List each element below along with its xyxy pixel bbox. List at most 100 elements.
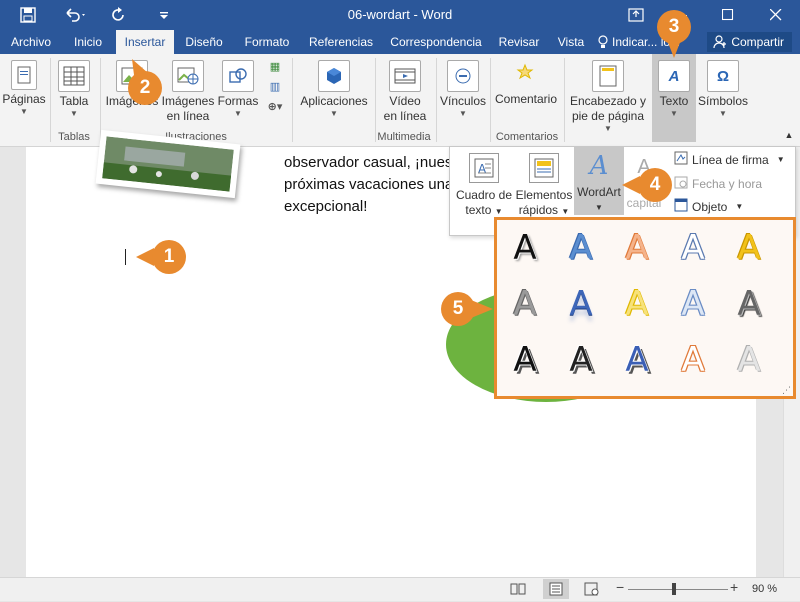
maximize-button[interactable]: [708, 0, 748, 30]
video-en-linea-button[interactable]: Vídeo en línea: [380, 60, 430, 124]
imagenes-en-linea-button[interactable]: Imágenes en línea: [160, 60, 216, 124]
texto-button[interactable]: A Texto ▼: [652, 54, 696, 142]
tab-referencias[interactable]: Referencias: [304, 30, 378, 54]
linea-de-firma-button[interactable]: Línea de firma ▼: [674, 151, 785, 168]
save-icon[interactable]: [14, 0, 42, 30]
calendar-icon: [674, 175, 688, 192]
aplicaciones-button[interactable]: Aplicaciones ▼: [296, 60, 372, 119]
wordart-style-11[interactable]: A: [505, 340, 545, 380]
share-label: Compartir: [731, 35, 784, 49]
zoom-in-button[interactable]: +: [730, 579, 738, 595]
chevron-down-icon: ▼: [776, 155, 785, 164]
tab-vista[interactable]: Vista: [552, 30, 590, 54]
chevron-down-icon: ▼: [20, 107, 28, 116]
wordart-style-2[interactable]: A: [561, 228, 601, 268]
tab-formato[interactable]: Formato: [238, 30, 296, 54]
wordart-gallery: A A A A A A A A A A A A A A A ⋰: [494, 217, 796, 399]
group-separator: [490, 58, 491, 142]
tab-diseno[interactable]: Diseño: [180, 30, 228, 54]
zoom-level[interactable]: 90 %: [752, 583, 777, 595]
chevron-down-icon: ▼: [459, 109, 467, 118]
zoom-slider-track[interactable]: [628, 589, 728, 590]
vinculos-button[interactable]: Vínculos ▼: [438, 60, 488, 119]
group-label-comentarios: Comentarios: [495, 131, 559, 143]
web-layout-icon[interactable]: [584, 582, 600, 596]
callout-4: 4: [622, 168, 672, 202]
tab-revisar[interactable]: Revisar: [494, 30, 544, 54]
wordart-style-3[interactable]: A: [617, 228, 657, 268]
collapse-ribbon-icon[interactable]: ▲: [782, 130, 796, 140]
objeto-button[interactable]: Objeto ▼: [674, 198, 743, 215]
tab-correspondencia[interactable]: Correspondencia: [386, 30, 486, 54]
callout-3: 3: [657, 10, 691, 58]
chevron-down-icon: ▼: [234, 109, 242, 118]
callout-2: 2: [128, 59, 162, 105]
text-cursor: [125, 249, 126, 265]
doc-text-line-1[interactable]: observador casual, ¡nues: [284, 152, 452, 174]
wordart-style-14[interactable]: A: [673, 340, 713, 380]
wordart-style-5[interactable]: A: [729, 228, 769, 268]
smartart-chart-screenshot-buttons[interactable]: ▦ ▥ ⊕▾: [262, 60, 288, 120]
wordart-style-6[interactable]: A: [505, 284, 545, 324]
zoom-out-button[interactable]: −: [616, 579, 624, 595]
group-label-tablas: Tablas: [58, 131, 90, 143]
chevron-down-icon: ▼: [330, 109, 338, 118]
lightbulb-icon: [598, 35, 608, 48]
fecha-y-hora-button[interactable]: Fecha y hora: [674, 175, 762, 192]
encabezado-pie-button[interactable]: Encabezado y pie de página ▼: [566, 60, 650, 134]
undo-icon[interactable]: [58, 0, 92, 30]
paginas-button[interactable]: Páginas ▼: [2, 60, 46, 117]
table-icon: [58, 60, 90, 92]
chevron-down-icon: ▼: [670, 109, 678, 118]
chevron-down-icon: ▼: [735, 202, 744, 211]
screenshot-icon[interactable]: ⊕▾: [262, 100, 288, 120]
redo-icon[interactable]: [105, 0, 133, 30]
ribbon-display-options-icon[interactable]: [622, 0, 650, 30]
formas-button[interactable]: Formas ▼: [216, 60, 260, 119]
gallery-resize-handle[interactable]: ⋰: [782, 385, 791, 396]
doc-text-line-3[interactable]: excepcional!: [284, 196, 367, 218]
tabla-button[interactable]: Tabla ▼: [54, 60, 94, 119]
wordart-style-13[interactable]: A: [617, 340, 657, 380]
share-button[interactable]: Compartir: [707, 32, 792, 52]
page-icon: [11, 60, 37, 90]
zoom-slider-thumb[interactable]: [672, 583, 676, 595]
wordart-style-7[interactable]: A: [561, 284, 601, 324]
wordart-style-10[interactable]: A: [729, 284, 769, 324]
chart-icon[interactable]: ▥: [262, 80, 288, 100]
quick-parts-icon: [529, 153, 559, 183]
status-bar: − + 90 %: [0, 577, 800, 601]
wordart-style-8[interactable]: A: [617, 284, 657, 324]
simbolos-button[interactable]: Ω Símbolos ▼: [698, 60, 748, 119]
chevron-down-icon: ▼: [604, 124, 612, 133]
group-separator: [436, 58, 437, 142]
doc-text-line-2[interactable]: próximas vacaciones una: [284, 174, 453, 196]
signature-line-icon: [674, 151, 688, 168]
text-a-icon: A: [658, 60, 690, 92]
wordart-style-9[interactable]: A: [673, 284, 713, 324]
wordart-style-4[interactable]: A: [673, 228, 713, 268]
elementos-rapidos-button[interactable]: Elementos rápidos ▼: [514, 153, 574, 219]
tab-insertar[interactable]: Insertar: [116, 30, 174, 54]
read-mode-icon[interactable]: [510, 582, 526, 596]
person-icon: [713, 35, 727, 49]
chevron-down-icon: ▼: [719, 109, 727, 118]
comentario-button[interactable]: Comentario: [492, 60, 560, 107]
chevron-down-icon: ▼: [70, 109, 78, 118]
video-icon: [389, 60, 421, 92]
tab-archivo[interactable]: Archivo: [6, 30, 56, 54]
wordart-style-1[interactable]: A: [505, 228, 545, 268]
close-button[interactable]: [756, 0, 796, 30]
group-separator: [50, 58, 51, 142]
smartart-icon[interactable]: ▦: [262, 60, 288, 80]
wordart-button[interactable]: A WordArt ▼: [574, 147, 624, 215]
omega-icon: Ω: [707, 60, 739, 92]
customize-qat-icon[interactable]: [150, 0, 178, 30]
tab-inicio[interactable]: Inicio: [66, 30, 110, 54]
store-icon: [318, 60, 350, 92]
wordart-style-12[interactable]: A: [561, 340, 601, 380]
cuadro-de-texto-button[interactable]: A Cuadro de texto ▼: [454, 153, 514, 219]
group-separator: [292, 58, 293, 142]
print-layout-icon[interactable]: [543, 579, 569, 599]
wordart-style-15[interactable]: A: [729, 340, 769, 380]
